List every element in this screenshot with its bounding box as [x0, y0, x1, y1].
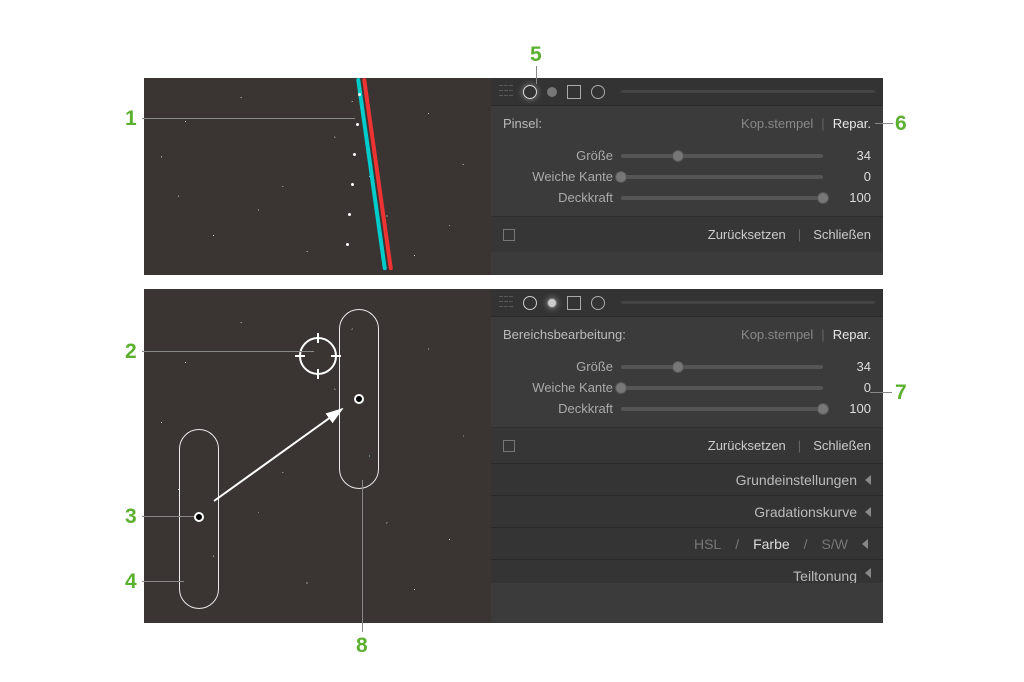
opacity-slider-row: Deckkraft 100	[491, 398, 883, 419]
crop-tool-icon[interactable]	[499, 85, 513, 99]
feather-slider-row: Weiche Kante 0	[491, 166, 883, 187]
crop-tool-icon[interactable]	[499, 296, 513, 310]
callout-1: 1	[125, 107, 137, 131]
hsl-panel-header[interactable]: HSL / Farbe / S/W	[491, 527, 883, 559]
tool-strip	[491, 289, 883, 317]
clone-mode-option[interactable]: Kop.stempel	[741, 116, 813, 131]
reset-button[interactable]: Zurücksetzen	[708, 227, 786, 242]
image-preview-top[interactable]	[144, 78, 491, 275]
trail-source-line	[362, 78, 393, 271]
callout-7: 7	[895, 381, 907, 405]
tool-overlay-checkbox[interactable]	[503, 229, 515, 241]
color-tab[interactable]: Farbe	[753, 536, 790, 552]
radial-filter-icon[interactable]	[591, 296, 605, 310]
callout-2: 2	[125, 340, 137, 364]
opacity-label: Deckkraft	[503, 401, 613, 416]
opacity-label: Deckkraft	[503, 190, 613, 205]
size-slider-row: Größe 34	[491, 356, 883, 377]
callout-3: 3	[125, 505, 137, 529]
opacity-value: 100	[831, 190, 871, 205]
heal-mode-option[interactable]: Repar.	[833, 116, 871, 131]
callout-4: 4	[125, 570, 137, 594]
hsl-tab[interactable]: HSL	[694, 536, 721, 552]
tone-curve-label: Gradationskurve	[754, 504, 857, 520]
close-button[interactable]: Schließen	[813, 438, 871, 453]
trail-destination-line	[356, 78, 387, 271]
spot-removal-tool-icon[interactable]	[523, 85, 537, 99]
graduated-filter-icon[interactable]	[567, 296, 581, 310]
graduated-filter-icon[interactable]	[567, 85, 581, 99]
spot-edit-mode-label: Bereichsbearbeitung:	[503, 327, 626, 342]
size-slider[interactable]	[621, 365, 823, 369]
feather-slider-row: Weiche Kante 0	[491, 377, 883, 398]
callout-6: 6	[895, 112, 907, 136]
feather-label: Weiche Kante	[503, 380, 613, 395]
clone-mode-option[interactable]: Kop.stempel	[741, 327, 813, 342]
basic-panel-label: Grundeinstellungen	[736, 472, 857, 488]
size-value: 34	[831, 148, 871, 163]
collapse-triangle-icon	[865, 507, 871, 517]
feather-slider[interactable]	[621, 175, 823, 179]
opacity-slider-row: Deckkraft 100	[491, 187, 883, 208]
callout-8: 8	[356, 634, 368, 658]
callout-5: 5	[530, 43, 542, 67]
opacity-value: 100	[831, 401, 871, 416]
reset-button[interactable]: Zurücksetzen	[708, 438, 786, 453]
spot-removal-tool-icon-outline[interactable]	[523, 296, 537, 310]
bw-tab[interactable]: S/W	[822, 536, 848, 552]
collapse-triangle-icon	[865, 475, 871, 485]
source-to-dest-arrow	[144, 289, 491, 623]
opacity-slider[interactable]	[621, 196, 823, 200]
basic-panel-header[interactable]: Grundeinstellungen	[491, 463, 883, 495]
spot-removal-tool-icon-active[interactable]	[547, 298, 557, 308]
feather-slider[interactable]	[621, 386, 823, 390]
mode-separator: |	[821, 116, 824, 131]
radial-filter-icon[interactable]	[591, 85, 605, 99]
tool-strip-scrubber[interactable]	[621, 90, 875, 93]
red-eye-tool-icon[interactable]	[547, 87, 557, 97]
size-slider-row: Größe 34	[491, 145, 883, 166]
tool-strip	[491, 78, 883, 106]
size-slider[interactable]	[621, 154, 823, 158]
feather-value: 0	[831, 169, 871, 184]
spot-removal-panel-bottom: Bereichsbearbeitung: Kop.stempel | Repar…	[491, 289, 883, 623]
size-label: Größe	[503, 359, 613, 374]
spot-removal-panel-top: Pinsel: Kop.stempel | Repar. Größe 34 We…	[491, 78, 883, 275]
brush-mode-label: Pinsel:	[503, 116, 542, 131]
close-button[interactable]: Schließen	[813, 227, 871, 242]
split-toning-label: Teiltonung	[793, 568, 857, 583]
tone-curve-panel-header[interactable]: Gradationskurve	[491, 495, 883, 527]
collapse-triangle-icon	[865, 568, 871, 578]
size-label: Größe	[503, 148, 613, 163]
image-preview-bottom[interactable]	[144, 289, 491, 623]
tool-overlay-checkbox[interactable]	[503, 440, 515, 452]
split-toning-panel-header[interactable]: Teiltonung	[491, 559, 883, 583]
collapse-triangle-icon	[862, 539, 868, 549]
size-value: 34	[831, 359, 871, 374]
feather-label: Weiche Kante	[503, 169, 613, 184]
feather-value: 0	[831, 380, 871, 395]
tool-strip-scrubber[interactable]	[621, 301, 875, 304]
opacity-slider[interactable]	[621, 407, 823, 411]
heal-mode-option[interactable]: Repar.	[833, 327, 871, 342]
